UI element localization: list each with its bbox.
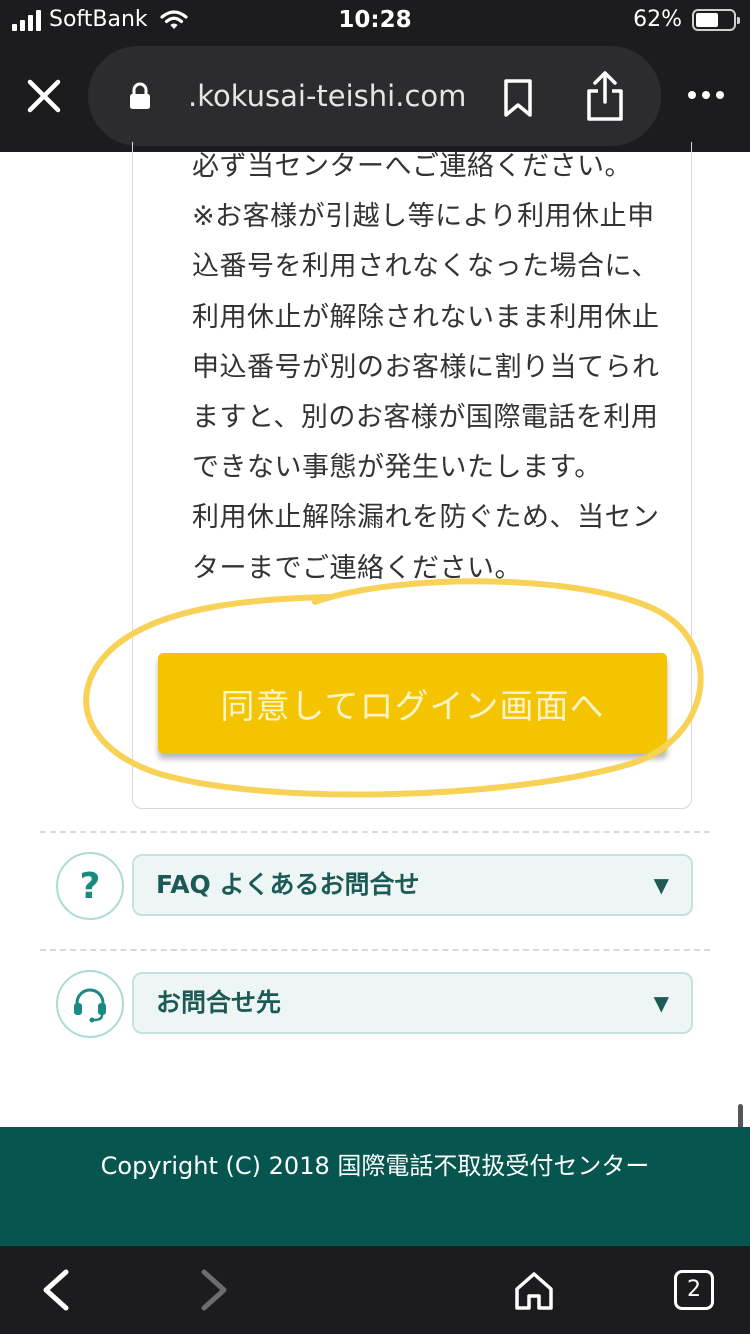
question-icon: ?	[56, 852, 124, 920]
contact-accordion-label: お問合せ先	[156, 988, 282, 1017]
contact-accordion[interactable]: お問合せ先 ▼	[132, 972, 693, 1034]
site-footer: Copyright (C) 2018 国際電話不取扱受付センター	[0, 1127, 750, 1246]
chevron-down-icon: ▼	[653, 991, 669, 1015]
battery-icon	[692, 9, 740, 31]
battery-percent: 62%	[633, 7, 682, 32]
back-arrow-icon[interactable]	[38, 1268, 74, 1312]
chevron-down-icon: ▼	[653, 873, 669, 897]
battery-fill	[696, 13, 719, 27]
share-icon[interactable]	[584, 70, 626, 122]
more-menu-icon[interactable]	[686, 88, 726, 102]
faq-accordion-label: FAQ よくあるお問合せ	[156, 870, 420, 899]
copyright-text: Copyright (C) 2018 国際電話不取扱受付センター	[100, 1152, 650, 1180]
bookmark-icon[interactable]	[502, 78, 534, 118]
agree-login-button[interactable]: 同意してログイン画面へ	[158, 653, 667, 753]
lock-icon	[130, 82, 150, 109]
battery-group: 62%	[633, 4, 740, 36]
headset-glyph	[74, 988, 106, 1023]
forward-arrow-icon[interactable]	[196, 1268, 232, 1312]
close-icon[interactable]	[24, 76, 64, 116]
tabs-count-button[interactable]: 2	[674, 1270, 714, 1310]
page-content: 必ず当センターへご連絡ください。 ※お客様が引越し等により利用休止申込番号を利用…	[0, 142, 750, 1254]
url-text[interactable]: .kokusai-teishi.com	[188, 76, 466, 116]
browser-bottom-bar: 2	[0, 1246, 750, 1334]
address-bar[interactable]: .kokusai-teishi.com	[88, 46, 661, 146]
divider	[40, 949, 710, 951]
battery-cap	[737, 17, 740, 24]
notice-text: 必ず当センターへご連絡ください。 ※お客様が引越し等により利用休止申込番号を利用…	[192, 151, 660, 584]
headset-icon	[56, 970, 124, 1038]
browser-toolbar: .kokusai-teishi.com	[0, 42, 750, 152]
faq-accordion[interactable]: FAQ よくあるお問合せ ▼	[132, 854, 693, 916]
status-bar: SoftBank 10:28 62%	[0, 0, 750, 42]
home-icon[interactable]	[512, 1268, 556, 1312]
divider	[40, 831, 710, 833]
